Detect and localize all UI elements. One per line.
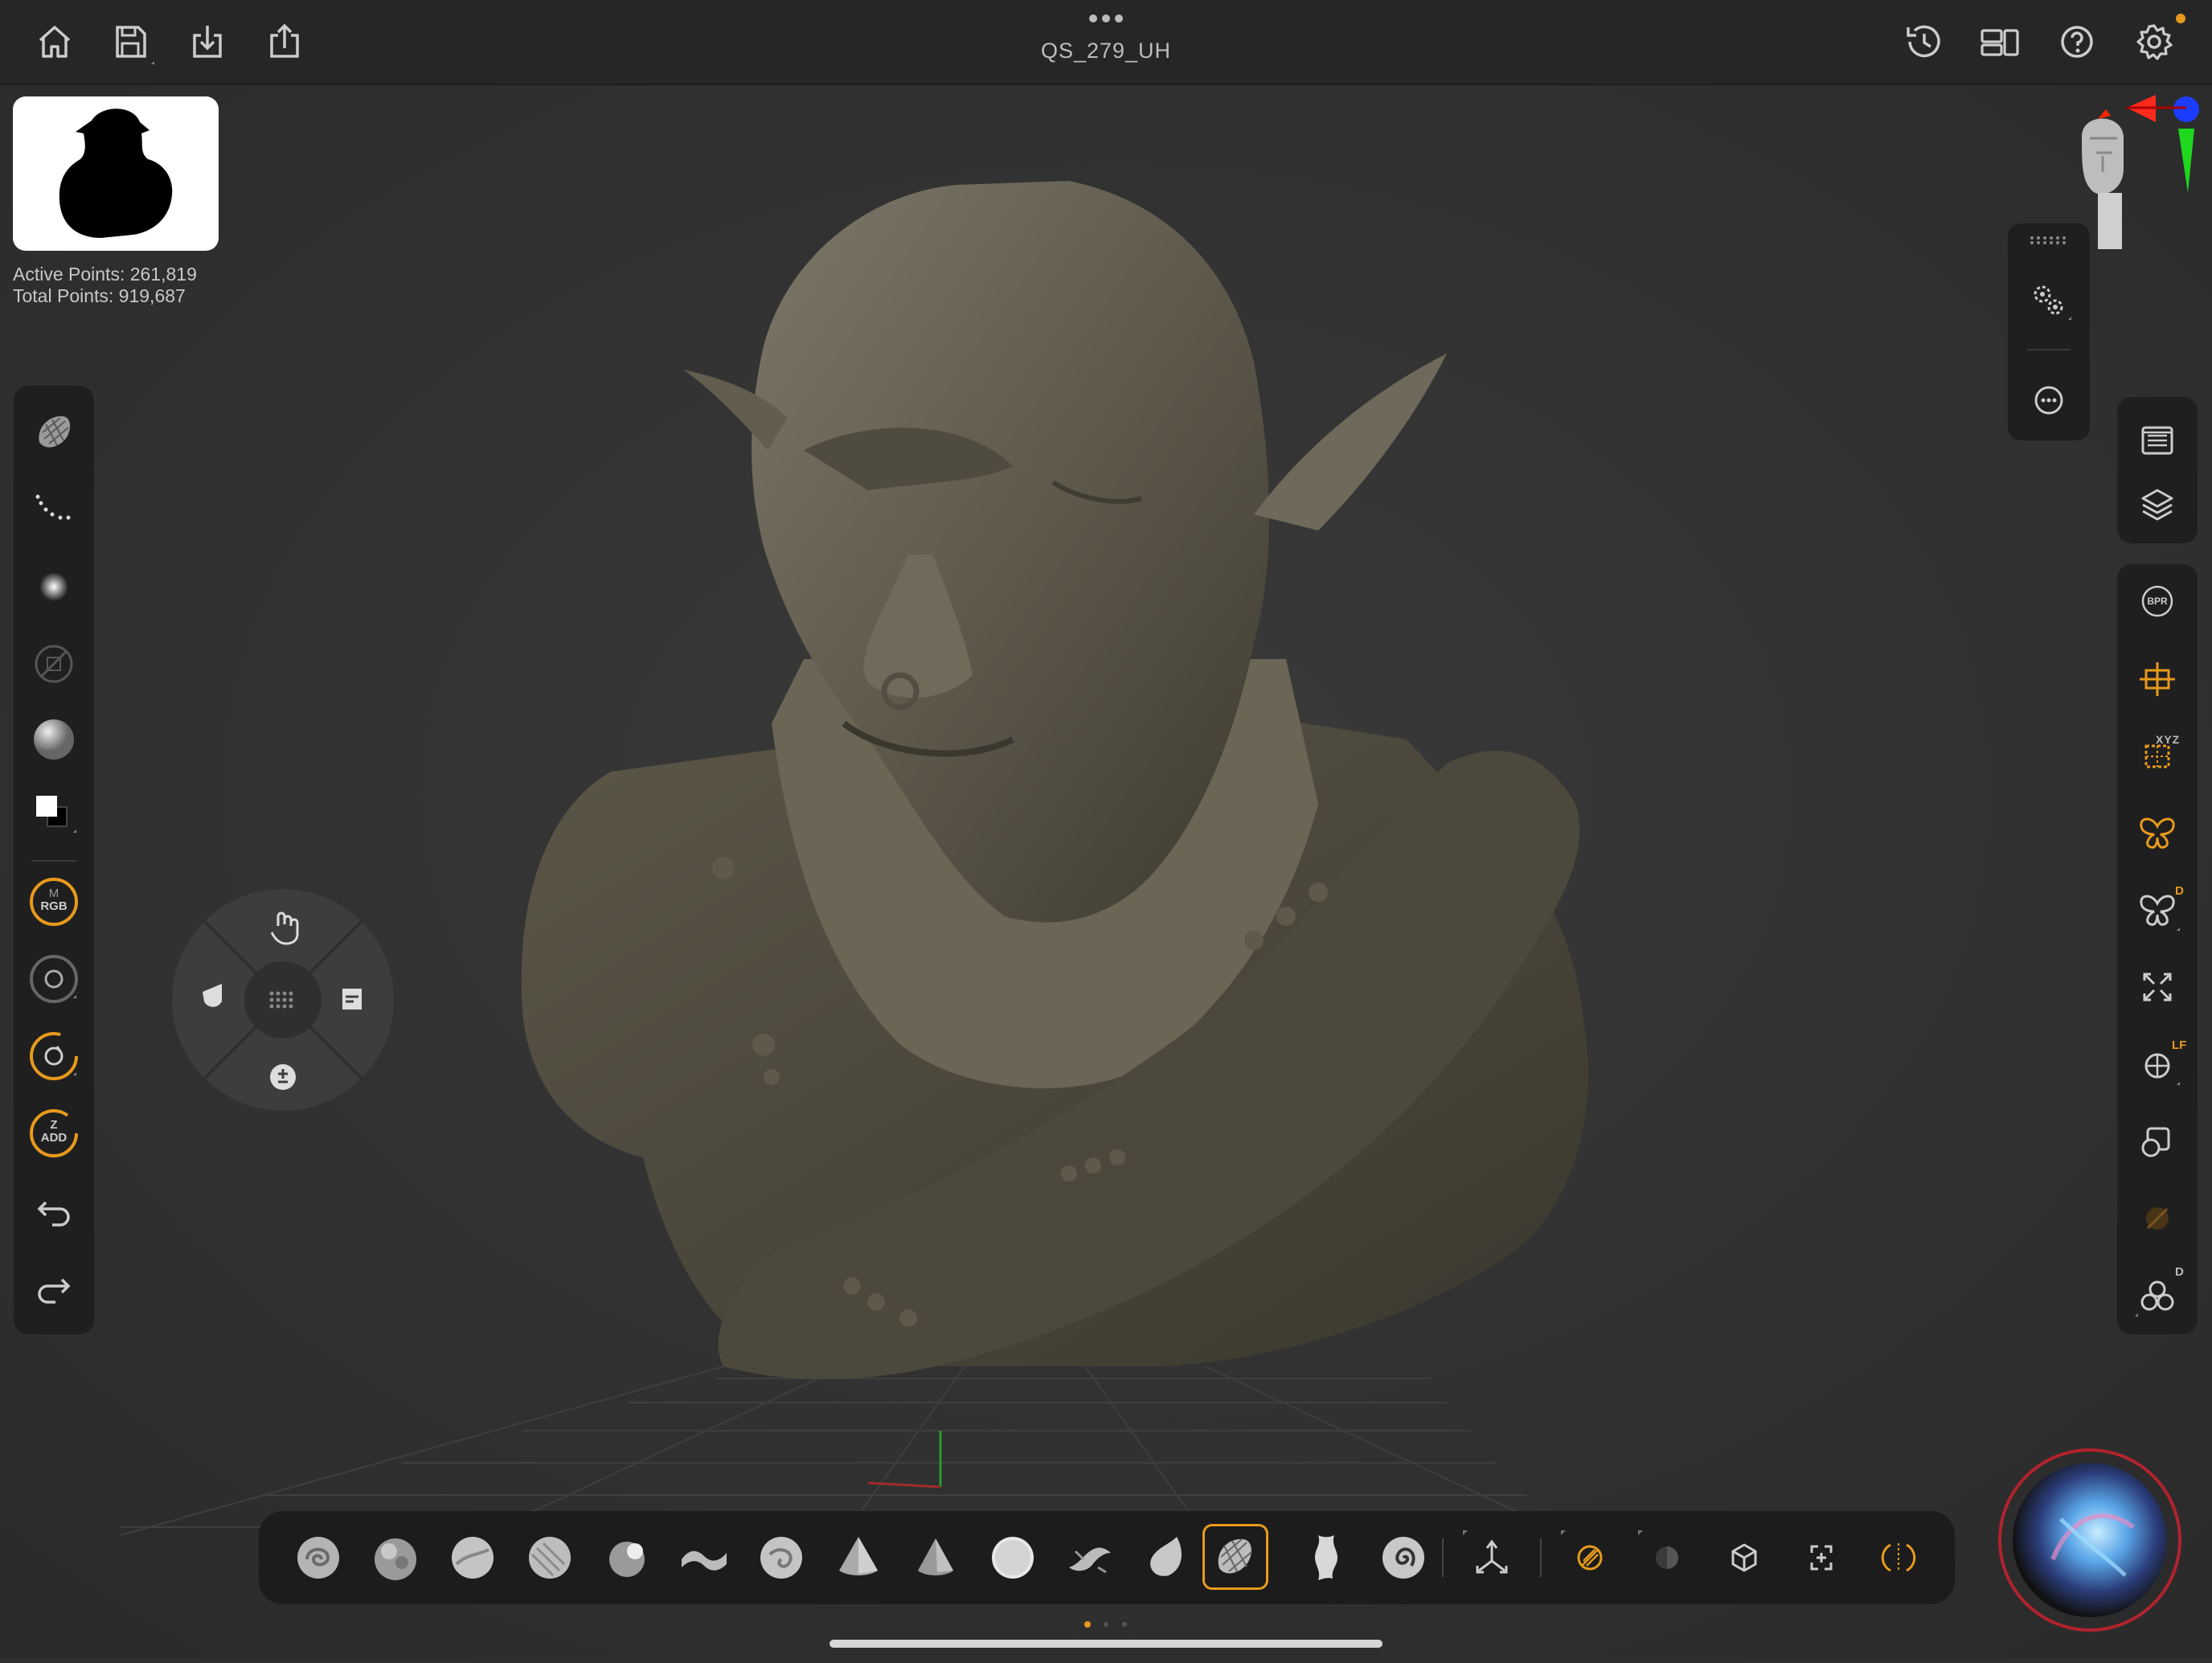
texture-off-icon[interactable] <box>28 638 80 690</box>
brushbar-divider-2 <box>1540 1538 1542 1577</box>
d2-label: D <box>2175 1265 2184 1279</box>
brush-bar <box>259 1511 1955 1604</box>
document-list-icon[interactable] <box>2132 415 2183 466</box>
total-points: Total Points: 919,687 <box>13 285 186 306</box>
clay-buildup-brush[interactable] <box>288 1527 349 1588</box>
standard-brush[interactable] <box>442 1527 503 1588</box>
right-toolbar: BPR XYZ D LF D <box>2117 564 2198 1334</box>
top-bar: QS_279_UH <box>0 0 2212 85</box>
save-icon[interactable] <box>104 16 156 68</box>
hpolish-brush[interactable] <box>905 1527 966 1588</box>
home-icon[interactable] <box>29 16 80 68</box>
snakehook-brush[interactable] <box>751 1527 812 1588</box>
transparency-icon[interactable] <box>2132 1116 2183 1167</box>
points-stats: Active Points: 261,819 Total Points: 919… <box>13 264 197 307</box>
cube-view-icon[interactable] <box>1714 1527 1775 1588</box>
spiral-brush[interactable] <box>1373 1527 1434 1588</box>
floating-panel <box>2008 223 2090 440</box>
stroke-icon[interactable] <box>28 484 80 535</box>
curve-brush[interactable] <box>1059 1527 1120 1588</box>
toolbar-divider <box>31 860 76 862</box>
local-frame-icon[interactable]: LF <box>2132 1038 2187 1090</box>
rgb-toggle[interactable]: M RGB <box>28 876 80 928</box>
gizmo-transform-icon[interactable] <box>1461 1527 1522 1588</box>
notification-dot-icon <box>2176 14 2185 23</box>
mesh-brush[interactable] <box>1202 1524 1268 1590</box>
pinch-brush[interactable] <box>1137 1527 1198 1588</box>
d-label: D <box>2175 884 2184 898</box>
xyz-label: XYZ <box>2156 733 2181 746</box>
gears-icon[interactable] <box>2023 275 2075 326</box>
trim-dynamic-brush[interactable] <box>828 1527 889 1588</box>
alpha-icon[interactable] <box>28 561 80 612</box>
draw-size-icon[interactable] <box>28 953 80 1005</box>
symmetry-icon[interactable] <box>2132 807 2183 858</box>
fit-view-icon[interactable] <box>2132 961 2183 1013</box>
right-top-panel <box>2117 397 2198 543</box>
siri-orb-icon[interactable] <box>1997 1447 2183 1633</box>
document-title: QS_279_UH <box>1040 39 1172 63</box>
active-points: Active Points: 261,819 <box>13 264 197 285</box>
more-dots-icon[interactable] <box>1087 13 1125 24</box>
sculpt-viewport[interactable] <box>0 85 2212 1659</box>
solo-icon[interactable]: D <box>2132 1265 2184 1321</box>
model-thumbnail[interactable] <box>13 96 219 251</box>
quick-radial-menu[interactable] <box>170 887 395 1112</box>
home-indicator[interactable] <box>830 1640 1382 1648</box>
inflate-brush[interactable] <box>365 1527 426 1588</box>
brushbar-divider <box>1442 1538 1444 1577</box>
zadd-toggle-top: Z <box>50 1118 58 1132</box>
layers-icon[interactable] <box>2132 479 2183 530</box>
frame-icon[interactable] <box>2132 653 2183 704</box>
draw-mode-icon[interactable] <box>1559 1527 1620 1588</box>
shadow-mode-icon[interactable] <box>1636 1527 1698 1588</box>
left-toolbar: M RGB Z ADD <box>14 386 94 1334</box>
bpr-label: BPR <box>2147 596 2168 607</box>
perspective-icon[interactable] <box>1868 1527 1929 1588</box>
polyframe-icon[interactable] <box>2132 1193 2183 1244</box>
selection-brush[interactable] <box>1296 1527 1357 1588</box>
drag-handle-icon[interactable] <box>2029 235 2069 246</box>
panel-divider <box>2027 349 2071 350</box>
rgb-toggle-top: M <box>48 887 59 900</box>
color-swatch-icon[interactable] <box>28 788 80 839</box>
undo-icon[interactable] <box>28 1185 80 1236</box>
material-icon[interactable] <box>28 714 80 765</box>
history-icon[interactable] <box>1899 16 1950 68</box>
export-icon[interactable] <box>259 16 310 68</box>
layout-icon[interactable] <box>1974 16 2026 68</box>
silhouette-icon <box>59 109 173 238</box>
dynamic-symmetry-icon[interactable]: D <box>2132 884 2184 936</box>
import-icon[interactable] <box>182 16 233 68</box>
zadd-toggle-label: ADD <box>40 1131 68 1145</box>
zadd-toggle[interactable]: Z ADD <box>28 1108 80 1159</box>
move-brush[interactable] <box>519 1527 580 1588</box>
settings-icon[interactable] <box>2128 16 2180 68</box>
bpr-button[interactable]: BPR <box>2132 575 2183 627</box>
redo-icon[interactable] <box>28 1262 80 1313</box>
focal-shift-icon[interactable] <box>28 1030 80 1082</box>
help-icon[interactable] <box>2051 16 2103 68</box>
lf-label: LF <box>2172 1038 2187 1052</box>
dam-standard-brush[interactable] <box>596 1527 657 1588</box>
more-options-icon[interactable] <box>2023 375 2075 426</box>
smooth-brush[interactable] <box>674 1527 735 1588</box>
sphere-brush[interactable] <box>982 1527 1043 1588</box>
frame-add-icon[interactable] <box>1791 1527 1852 1588</box>
page-indicator <box>1084 1621 1127 1628</box>
brush-icon[interactable] <box>28 407 80 458</box>
grid-floor-icon[interactable]: XYZ <box>2132 730 2183 781</box>
rgb-toggle-label: RGB <box>40 899 68 913</box>
